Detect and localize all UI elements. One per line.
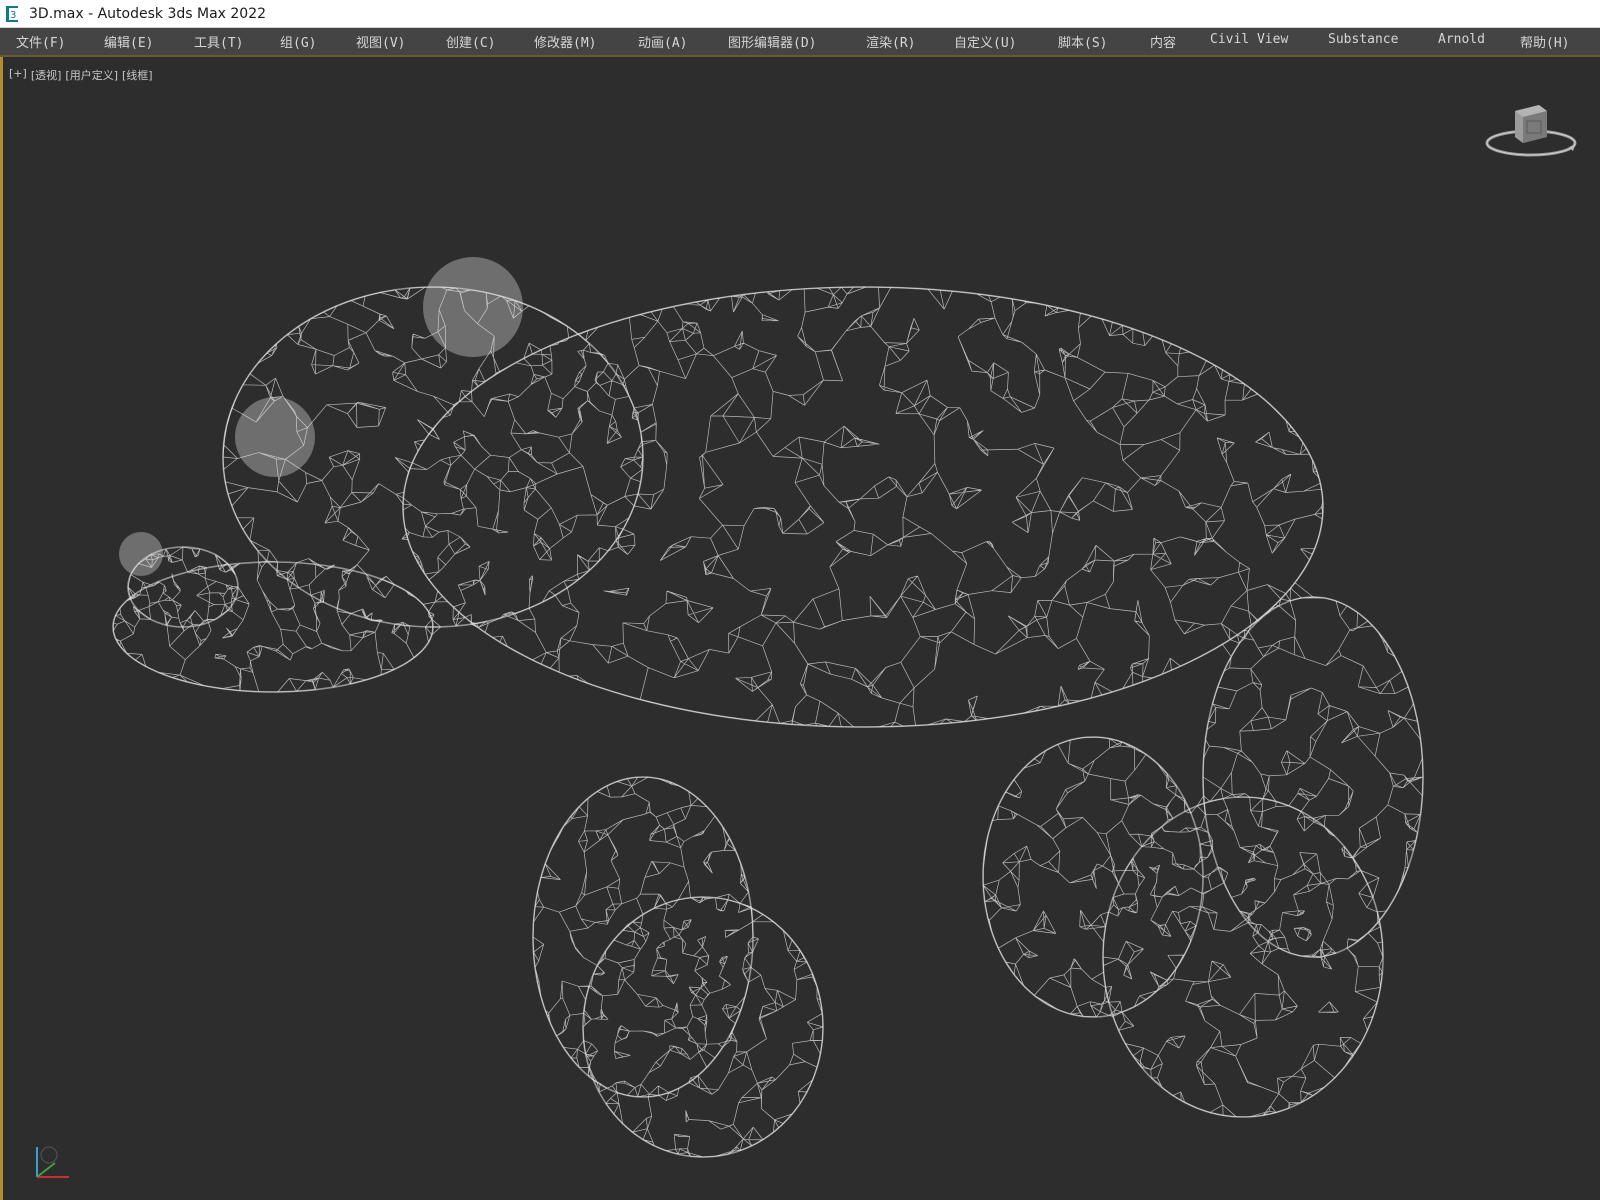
- mesh-dense-region: [119, 532, 163, 576]
- viewport-standard-menu[interactable]: [用户定义]: [65, 67, 118, 83]
- menu-create[interactable]: 创建(C): [446, 32, 495, 51]
- mesh-part-outline: [582, 896, 824, 1158]
- menu-tools[interactable]: 工具(T): [194, 32, 243, 51]
- perspective-viewport[interactable]: [+] [透视] [用户定义] [线框]: [0, 57, 1600, 1200]
- title-bar: 3 3D.max - Autodesk 3ds Max 2022: [0, 0, 1600, 28]
- menu-arnold[interactable]: Arnold: [1438, 32, 1485, 47]
- menu-graph-editors[interactable]: 图形编辑器(D): [728, 32, 816, 51]
- menu-scripting[interactable]: 脚本(S): [1058, 32, 1107, 51]
- bear-wireframe-mesh[interactable]: [3, 57, 1600, 1200]
- menu-edit[interactable]: 编辑(E): [104, 32, 153, 51]
- menu-modifiers[interactable]: 修改器(M): [534, 32, 596, 51]
- menu-civil-view[interactable]: Civil View: [1210, 32, 1288, 47]
- mesh-dense-region: [423, 257, 523, 357]
- mesh-part-outline: [1202, 596, 1424, 958]
- menu-views[interactable]: 视图(V): [356, 32, 405, 51]
- svg-text:3: 3: [10, 10, 16, 21]
- menu-substance[interactable]: Substance: [1328, 32, 1398, 47]
- menu-bar: 文件(F) 编辑(E) 工具(T) 组(G) 视图(V) 创建(C) 修改器(M…: [0, 28, 1600, 57]
- viewcube-icon[interactable]: [1483, 97, 1579, 167]
- menu-group[interactable]: 组(G): [280, 32, 316, 51]
- menu-rendering[interactable]: 渲染(R): [866, 32, 915, 51]
- menu-file[interactable]: 文件(F): [16, 32, 65, 51]
- window-title: 3D.max - Autodesk 3ds Max 2022: [29, 5, 267, 22]
- axis-tripod-icon: [29, 1137, 79, 1187]
- viewport-shading-menu[interactable]: [线框]: [122, 67, 153, 83]
- app-window: 3 3D.max - Autodesk 3ds Max 2022 文件(F) 编…: [0, 0, 1600, 1200]
- menu-customize[interactable]: 自定义(U): [954, 32, 1016, 51]
- viewport-point-of-view[interactable]: [透视]: [31, 67, 62, 83]
- viewport-label-menu: [+] [透视] [用户定义] [线框]: [9, 67, 153, 83]
- 3dsmax-app-icon: 3: [5, 5, 21, 23]
- viewport-general-menu[interactable]: [+]: [9, 67, 27, 83]
- mesh-dense-region: [235, 397, 315, 477]
- menu-content[interactable]: 内容: [1150, 32, 1176, 51]
- menu-help[interactable]: 帮助(H): [1520, 32, 1569, 51]
- menu-animation[interactable]: 动画(A): [638, 32, 687, 51]
- mesh-part-outline: [532, 776, 754, 1098]
